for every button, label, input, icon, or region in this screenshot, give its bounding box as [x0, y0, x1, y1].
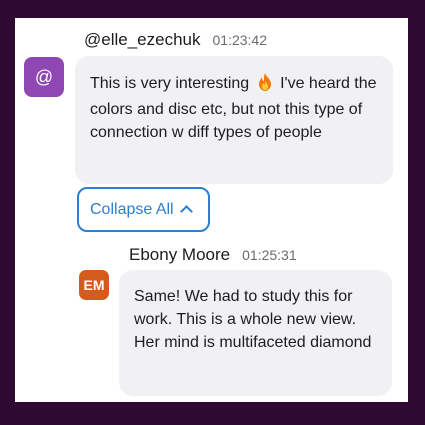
avatar-text: EM — [83, 277, 105, 293]
message-header: @elle_ezechuk 01:23:42 — [84, 30, 267, 50]
timestamp: 01:23:42 — [212, 32, 268, 48]
collapse-all-button[interactable]: Collapse All — [77, 187, 210, 232]
message-bubble: Same! We had to study this for work. Thi… — [119, 270, 392, 396]
message-text: Same! We had to study this for work. Thi… — [134, 288, 372, 351]
message-header: Ebony Moore 01:25:31 — [129, 245, 297, 265]
timestamp: 01:25:31 — [242, 247, 297, 263]
fire-emoji-icon — [258, 73, 272, 98]
message-text-start: This is very interesting — [90, 75, 250, 92]
avatar[interactable]: @ — [24, 57, 64, 97]
chat-thread: @elle_ezechuk 01:23:42 @ This is very in… — [15, 18, 408, 402]
message-bubble: This is very interesting I've heard the … — [75, 56, 393, 184]
avatar-text: @ — [34, 66, 54, 87]
collapse-all-label: Collapse All — [90, 200, 174, 218]
username[interactable]: @elle_ezechuk — [84, 30, 201, 50]
chevron-up-icon — [179, 205, 193, 218]
avatar[interactable]: EM — [79, 270, 109, 300]
username[interactable]: Ebony Moore — [129, 245, 230, 265]
